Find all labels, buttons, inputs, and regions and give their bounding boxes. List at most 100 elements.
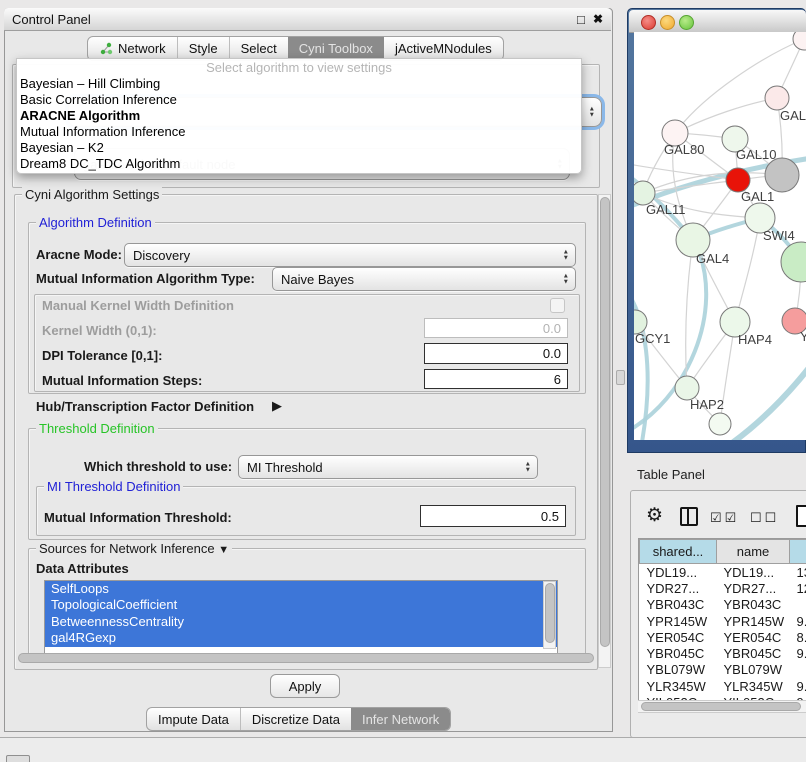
node-label: GAL4 [696, 251, 729, 266]
tab-discretize-data[interactable]: Discretize Data [240, 708, 351, 730]
control-panel-titlebar[interactable] [4, 8, 611, 31]
table-column-header[interactable]: name [717, 540, 790, 564]
table-row[interactable]: YBL079WYBL079W [640, 662, 806, 678]
mi-threshold-value: 0.5 [541, 509, 559, 524]
manual-kernel-checkbox[interactable] [550, 298, 565, 313]
tab-label: Style [189, 41, 218, 56]
table-row[interactable]: YPR145WYPR145W9. [640, 613, 806, 629]
tab-label: Discretize Data [252, 712, 340, 727]
tab-infer-network[interactable]: Infer Network [351, 708, 450, 730]
algorithm-definition-title: Algorithm Definition [36, 215, 155, 230]
network-edge[interactable] [643, 180, 738, 193]
table-column-header[interactable]: shared... [640, 540, 717, 564]
aracne-mode-combo[interactable]: Discovery [124, 243, 576, 267]
table-row[interactable]: YBR043CYBR043C [640, 597, 806, 613]
column-browse-icon[interactable] [680, 507, 698, 526]
mi-steps-field[interactable]: 6 [424, 369, 568, 389]
network-edge[interactable] [735, 218, 760, 322]
tab-label: Infer Network [362, 712, 439, 727]
data-attribute-item[interactable]: BetweennessCentrality [45, 614, 557, 630]
tab-network[interactable]: Network [88, 37, 177, 60]
tab-style[interactable]: Style [177, 37, 229, 60]
threshold-definition-title: Threshold Definition [36, 421, 158, 436]
network-node[interactable] [765, 86, 789, 110]
node-label: SWI4 [763, 228, 795, 243]
tab-label: Cyni Toolbox [299, 41, 373, 56]
algorithm-dropdown-popup: Select algorithm to view settings Bayesi… [16, 58, 582, 174]
node-label: Y [800, 329, 806, 344]
close-panel-icon[interactable]: ✖ [593, 12, 603, 26]
apply-button-label: Apply [289, 679, 322, 694]
table: shared...name YDL19...YDL19...13YDR27...… [639, 539, 806, 711]
algorithm-option[interactable]: Dream8 DC_TDC Algorithm [17, 156, 581, 172]
float-window-icon[interactable]: □ [577, 12, 585, 27]
node-label: HAP2 [690, 397, 724, 412]
minimize-traffic-icon[interactable] [660, 15, 675, 30]
which-threshold-combo[interactable]: MI Threshold [238, 455, 538, 479]
data-attribute-item[interactable]: gal4RGexp [45, 630, 557, 646]
network-node[interactable] [709, 413, 731, 435]
node-label: GAL1 [741, 189, 774, 204]
data-attribute-item[interactable]: TopologicalCoefficient [45, 597, 557, 613]
function-builder-icon[interactable] [796, 505, 806, 527]
settings-hscrollbar-thumb[interactable] [18, 653, 594, 663]
mi-type-label: Mutual Information Algorithm Type: [36, 271, 255, 286]
which-threshold-label: Which threshold to use: [84, 459, 232, 474]
hub-definition-label[interactable]: Hub/Transcription Factor Definition [36, 399, 254, 414]
apply-button[interactable]: Apply [270, 674, 340, 698]
network-node[interactable] [765, 158, 799, 192]
algorithm-option[interactable]: Bayesian – Hill Climbing [17, 76, 581, 92]
kernel-width-field[interactable]: 0.0 [424, 318, 568, 338]
table-hscrollbar-thumb[interactable] [641, 702, 801, 711]
table-row[interactable]: YDR27...YDR27...12 [640, 580, 806, 596]
sources-collapse-arrow-icon[interactable]: ▼ [218, 544, 229, 556]
table-row[interactable]: YLR345WYLR345W9. [640, 678, 806, 694]
data-attribute-item[interactable]: SelfLoops [45, 581, 557, 597]
network-canvas[interactable]: GAL7GAL80GAL10GAL1GAL11SWI4GAL4GCY1HAP4Y… [634, 32, 806, 440]
collapsed-panel-icon[interactable] [6, 755, 30, 762]
cyni-settings-title: Cyni Algorithm Settings [22, 187, 162, 202]
which-threshold-value: MI Threshold [247, 460, 323, 475]
dpi-tolerance-field[interactable]: 0.0 [424, 343, 568, 364]
mi-threshold-field[interactable]: 0.5 [420, 505, 566, 527]
zoom-traffic-icon[interactable] [679, 15, 694, 30]
algorithm-option[interactable]: Bayesian – K2 [17, 140, 581, 156]
sources-group-title[interactable]: Sources for Network Inference ▼ [36, 541, 232, 556]
table-row[interactable]: YER054CYER054C8. [640, 629, 806, 645]
tab-select[interactable]: Select [229, 37, 288, 60]
network-node[interactable] [793, 32, 806, 50]
network-edge[interactable] [728, 364, 806, 440]
table-settings-gear-icon[interactable]: ⚙ [646, 504, 663, 527]
deselect-all-checkboxes-icon[interactable]: ☐☐ [750, 510, 779, 526]
table-column-header[interactable] [790, 540, 806, 564]
attributes-vscrollbar-thumb[interactable] [545, 583, 555, 643]
application-root: Control Panel □ ✖ Network Style Select C… [0, 0, 806, 762]
mi-steps-value: 6 [554, 372, 561, 387]
table-row[interactable]: YDL19...YDL19...13 [640, 564, 806, 581]
algorithm-option[interactable]: Mutual Information Inference [17, 124, 581, 140]
hub-expand-arrow-icon[interactable]: ▶ [272, 398, 282, 414]
algorithm-option[interactable]: Basic Correlation Inference [17, 92, 581, 108]
mi-type-combo[interactable]: Naive Bayes [272, 267, 576, 291]
table-panel-title: Table Panel [637, 467, 705, 482]
tab-label: Network [118, 41, 166, 56]
panel-splitter-handle[interactable] [616, 370, 625, 385]
data-attributes-list[interactable]: SelfLoopsTopologicalCoefficientBetweenne… [44, 580, 558, 659]
tab-label: jActiveMNodules [395, 41, 492, 56]
tab-label: Impute Data [158, 712, 229, 727]
settings-vscrollbar-thumb[interactable] [600, 197, 610, 647]
sources-title-text: Sources for Network Inference [39, 541, 215, 556]
close-traffic-icon[interactable] [641, 15, 656, 30]
manual-kernel-label: Manual Kernel Width Definition [42, 298, 234, 313]
kernel-width-value: 0.0 [543, 321, 561, 336]
tab-jactivemnodules[interactable]: jActiveMNodules [384, 37, 503, 60]
algorithm-option[interactable]: ARACNE Algorithm [17, 108, 581, 124]
select-all-checkboxes-icon[interactable]: ☑☑ [710, 510, 739, 526]
algorithm-list: Bayesian – Hill ClimbingBasic Correlatio… [17, 76, 581, 173]
table-row[interactable]: YBR045CYBR045C9. [640, 645, 806, 661]
network-tab-icon [99, 42, 113, 55]
network-node[interactable] [781, 242, 806, 282]
tab-cyni-toolbox[interactable]: Cyni Toolbox [288, 37, 384, 60]
tab-impute-data[interactable]: Impute Data [147, 708, 240, 730]
mi-threshold-label: Mutual Information Threshold: [44, 510, 232, 525]
